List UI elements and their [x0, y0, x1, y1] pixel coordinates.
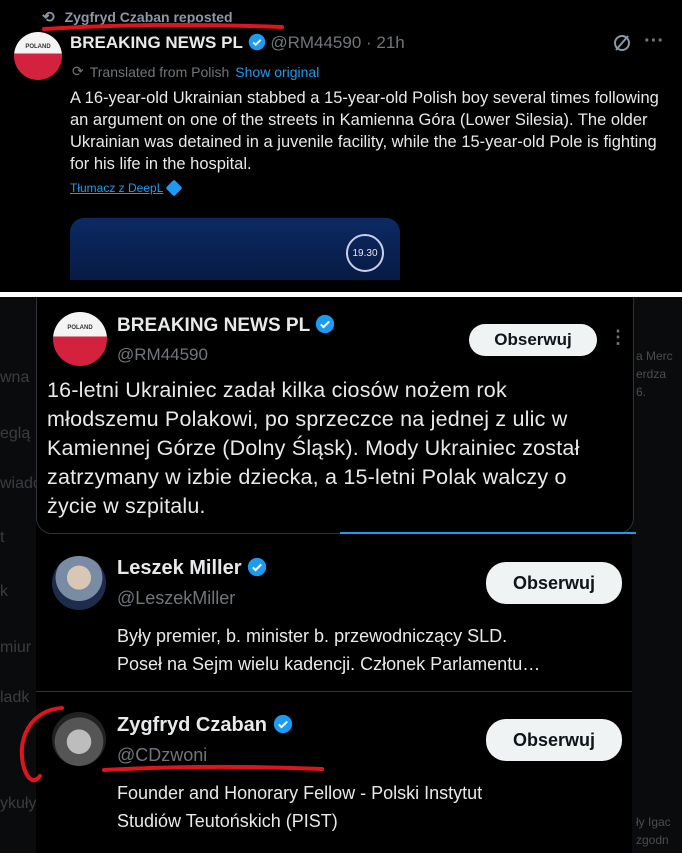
card-author-row: BREAKING NEWS PL	[117, 314, 335, 337]
background-right-column: a Merc erdza 6. ły Igac zgodn	[632, 297, 682, 853]
user-name-row: Leszek Miller	[117, 557, 267, 580]
row-divider	[36, 691, 632, 692]
card-author-handle[interactable]: @RM44590	[117, 345, 208, 365]
grok-icon[interactable]	[612, 33, 632, 53]
follow-button[interactable]: Obserwuj	[486, 719, 622, 761]
translated-label: Translated from Polish	[89, 63, 230, 80]
user-handle[interactable]: @LeszekMiller	[117, 588, 235, 609]
user-avatar[interactable]	[52, 712, 106, 766]
card-more-icon[interactable]: ⋮	[609, 327, 627, 348]
author-avatar[interactable]: POLAND	[14, 32, 62, 80]
user-handle[interactable]: @CDzwoni	[117, 745, 207, 766]
user-avatar[interactable]	[52, 556, 106, 610]
user-bio: Były premier, b. minister b. przewodnicz…	[117, 626, 541, 674]
tweet-media[interactable]: 19.30	[70, 218, 400, 280]
user-name[interactable]: Leszek Miller	[117, 557, 242, 579]
card-author-avatar[interactable]: POLAND	[53, 312, 107, 366]
translation-notice: ⟳ Translated from Polish Show original	[72, 63, 319, 80]
card-tweet-text: 16-letni Ukrainiec zadał kilka ciosów no…	[47, 378, 580, 518]
verified-badge-icon	[248, 33, 265, 51]
repost-icon: ⟲	[42, 9, 55, 26]
tweet-header: BREAKING NEWS PL @RM44590 · 21h	[70, 33, 405, 53]
tweet-text: A 16-year-old Ukrainian stabbed a 15-yea…	[70, 89, 659, 173]
translate-icon: ⟳	[72, 63, 84, 79]
card-accent-line	[340, 532, 636, 534]
verified-badge-icon	[316, 314, 335, 334]
repost-indicator[interactable]: ⟲ Zygfryd Czaban reposted	[42, 8, 233, 26]
more-options-icon[interactable]: ···	[644, 30, 664, 53]
show-original-link[interactable]: Show original	[235, 64, 319, 80]
deepl-icon	[165, 179, 183, 197]
media-channel-badge: 19.30	[346, 234, 384, 272]
user-bio: Founder and Honorary Fellow - Polski Ins…	[117, 783, 483, 831]
follow-button[interactable]: Obserwuj	[486, 562, 622, 604]
background-left-column: wna eglą wiado t k miur ladk ykuły	[0, 297, 42, 853]
deepl-link[interactable]: Tłumacz z DeepL	[70, 179, 183, 197]
author-handle-time[interactable]: @RM44590 · 21h	[270, 33, 404, 52]
verified-badge-icon	[273, 714, 292, 734]
hover-tweet-card: POLAND BREAKING NEWS PL @RM44590 Obserwu…	[36, 297, 634, 534]
user-name[interactable]: Zygfryd Czaban	[117, 714, 267, 736]
author-name[interactable]: BREAKING NEWS PL	[70, 33, 243, 52]
follow-button[interactable]: Obserwuj	[469, 324, 597, 356]
user-name-row: Zygfryd Czaban	[117, 714, 293, 737]
card-author-name[interactable]: BREAKING NEWS PL	[117, 315, 310, 336]
repost-label: Zygfryd Czaban reposted	[64, 9, 233, 25]
verified-badge-icon	[247, 557, 267, 577]
